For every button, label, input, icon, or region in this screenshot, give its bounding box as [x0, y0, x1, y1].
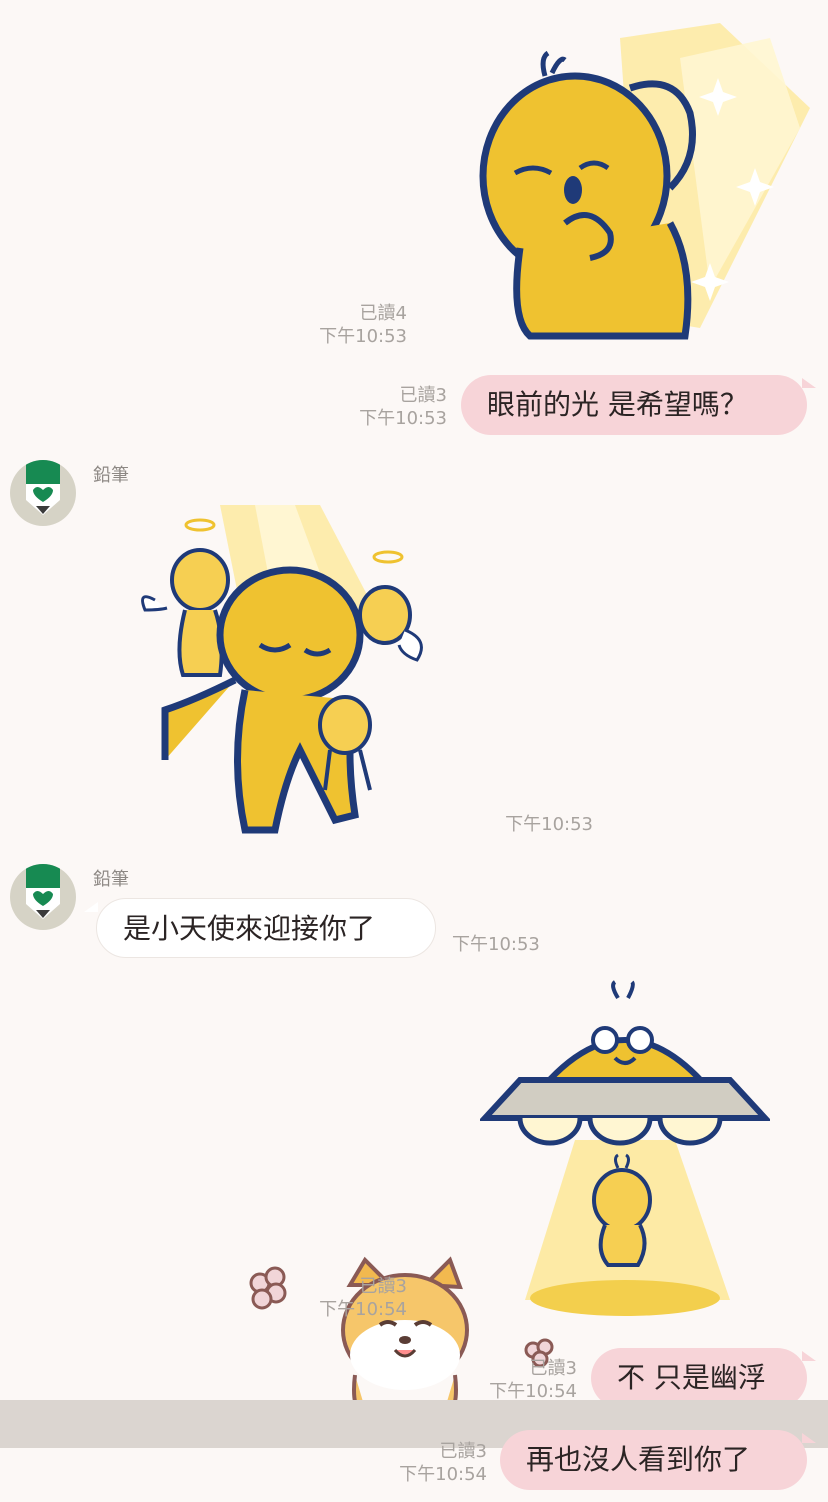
- pencil-avatar-icon: [26, 460, 60, 515]
- message-text: 再也沒人看到你了: [526, 1443, 751, 1476]
- message-time: 下午10:54: [399, 1464, 487, 1485]
- read-count: 已讀3: [399, 385, 447, 406]
- message-text: 是小天使來迎接你了: [123, 912, 376, 945]
- bubble-tail: [802, 378, 816, 388]
- read-count: 已讀4: [359, 303, 407, 324]
- incoming-message-bubble[interactable]: 是小天使來迎接你了: [96, 898, 436, 958]
- pencil-avatar-icon: [26, 864, 60, 919]
- read-receipt: 已讀3 下午10:54: [470, 1357, 577, 1403]
- read-receipt: 已讀4 下午10:53: [300, 302, 407, 348]
- message-time: 下午10:53: [319, 326, 407, 347]
- read-receipt: 已讀3 下午10:54: [300, 1275, 407, 1321]
- outgoing-message-bubble[interactable]: 再也沒人看到你了: [500, 1430, 807, 1490]
- message-text: 不 只是幽浮: [617, 1361, 766, 1394]
- message-time: 下午10:54: [319, 1299, 407, 1320]
- read-count: 已讀3: [359, 1276, 407, 1297]
- bubble-tail: [802, 1433, 816, 1443]
- outgoing-message-bubble[interactable]: 不 只是幽浮: [591, 1348, 807, 1408]
- bubble-tail: [802, 1351, 816, 1361]
- message-time: 下午10:53: [452, 934, 540, 955]
- message-time: 下午10:53: [359, 408, 447, 429]
- message-text: 眼前的光 是希望嗎？: [487, 388, 748, 421]
- read-receipt: 已讀3 下午10:54: [380, 1440, 487, 1486]
- read-count: 已讀3: [439, 1441, 487, 1462]
- sticker-angels-character: [141, 505, 423, 834]
- sender-avatar[interactable]: [10, 460, 76, 526]
- message-time: 下午10:53: [505, 814, 593, 835]
- outgoing-message-bubble[interactable]: 眼前的光 是希望嗎？: [461, 375, 807, 435]
- sender-avatar[interactable]: [10, 864, 76, 930]
- sender-name: 鉛筆: [93, 465, 129, 486]
- bubble-tail: [84, 902, 98, 912]
- sticker-message[interactable]: [470, 18, 810, 343]
- read-count: 已讀3: [529, 1358, 577, 1379]
- read-receipt: 已讀3 下午10:53: [340, 384, 447, 430]
- sender-name: 鉛筆: [93, 869, 129, 890]
- sticker-thinking-character: [479, 23, 810, 340]
- sticker-message[interactable]: [135, 500, 430, 835]
